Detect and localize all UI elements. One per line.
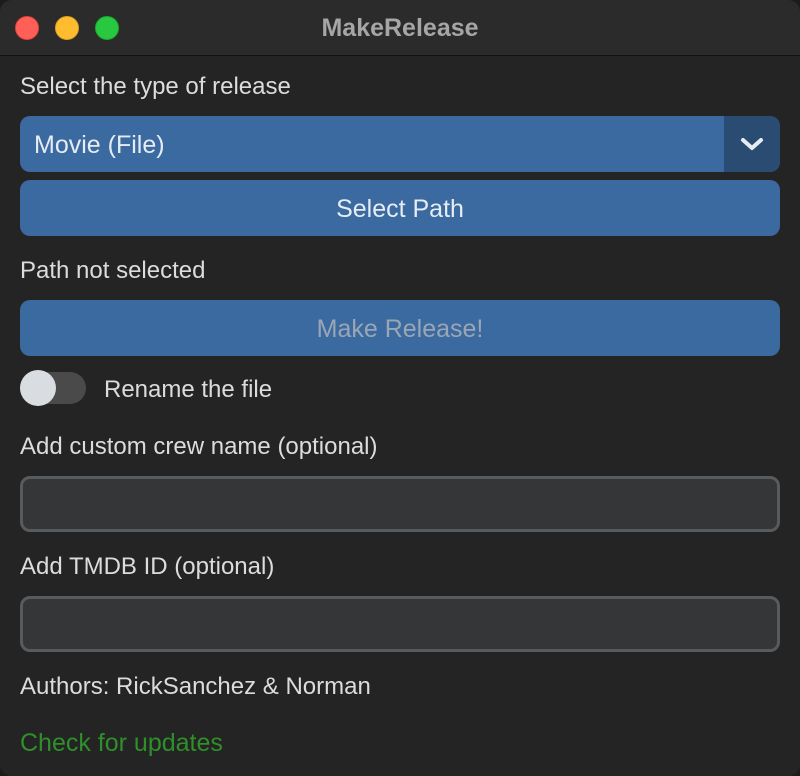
authors-text: Authors: RickSanchez & Norman [20, 673, 371, 700]
app-window: MakeRelease Select the type of release M… [0, 0, 800, 776]
rename-file-toggle[interactable] [20, 370, 86, 406]
tmdb-id-label: Add TMDB ID (optional) [20, 553, 275, 580]
crew-name-label: Add custom crew name (optional) [20, 433, 378, 460]
release-type-value: Movie (File) [34, 131, 165, 159]
release-type-label: Select the type of release [20, 73, 291, 100]
dropdown-arrow-button[interactable] [724, 116, 780, 172]
path-status-label: Path not selected [20, 257, 206, 284]
release-type-dropdown[interactable]: Movie (File) [20, 116, 780, 172]
window-title: MakeRelease [321, 14, 479, 42]
select-path-button[interactable]: Select Path [20, 180, 780, 236]
chevron-down-icon [741, 138, 763, 150]
make-release-button[interactable]: Make Release! [20, 300, 780, 356]
toggle-knob [20, 370, 56, 406]
crew-name-input[interactable] [20, 476, 780, 532]
tmdb-id-input[interactable] [20, 596, 780, 652]
title-bar: MakeRelease [0, 0, 800, 56]
check-updates-link[interactable]: Check for updates [20, 728, 223, 758]
rename-file-label: Rename the file [104, 376, 273, 403]
